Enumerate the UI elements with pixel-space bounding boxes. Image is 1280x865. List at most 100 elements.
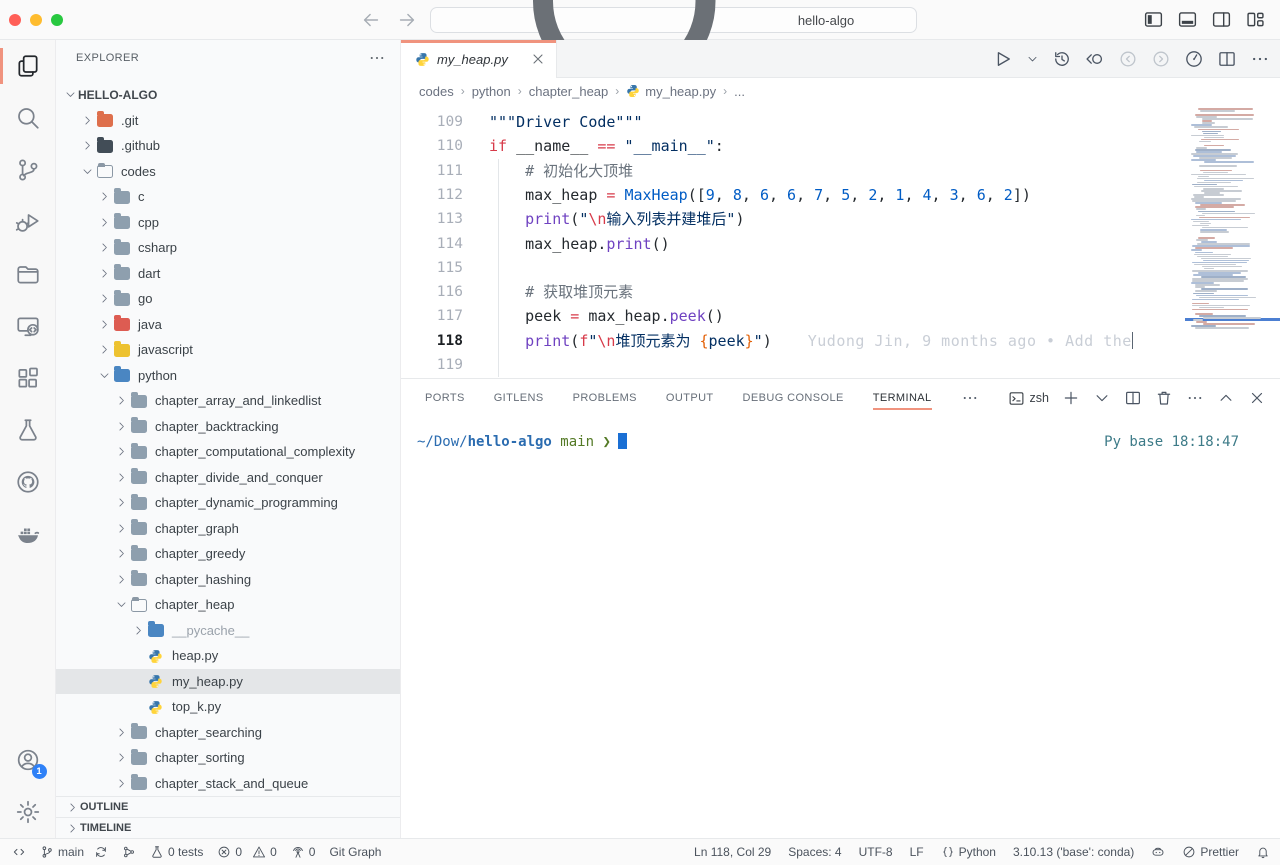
tree-item-codes[interactable]: codes [56, 159, 400, 185]
panel-more-button[interactable] [1186, 389, 1204, 407]
tree-item-go[interactable]: go [56, 286, 400, 312]
breadcrumb-item-codes[interactable]: codes [419, 84, 454, 99]
panel-tabs-more-button[interactable] [961, 389, 979, 407]
activity-run-and-debug[interactable] [0, 196, 56, 248]
customize-layout-button[interactable] [1245, 9, 1266, 30]
tree-item-chapter-hashing[interactable]: chapter_hashing [56, 567, 400, 593]
line-number[interactable]: 116 [401, 280, 463, 304]
tree-item-chapter-sorting[interactable]: chapter_sorting [56, 745, 400, 771]
split-terminal-button[interactable] [1124, 389, 1142, 407]
tree-item--git[interactable]: .git [56, 108, 400, 134]
panel-tab-gitlens[interactable]: GITLENS [494, 379, 544, 417]
tree-item-top-k-py[interactable]: top_k.py [56, 694, 400, 720]
line-number[interactable]: 117 [401, 304, 463, 328]
code-line-110[interactable]: 110if __name__ == "__main__": [401, 134, 1185, 158]
line-number[interactable]: 119 [401, 353, 463, 377]
line-number[interactable]: 110 [401, 134, 463, 158]
more-actions-button[interactable] [1250, 49, 1270, 69]
activity-explorer[interactable] [0, 40, 56, 92]
tree-item--github[interactable]: .github [56, 133, 400, 159]
open-changes-button[interactable] [1085, 49, 1105, 69]
activity-remote-explorer[interactable] [0, 300, 56, 352]
line-number[interactable]: 114 [401, 232, 463, 256]
code-line-113[interactable]: 113 print("\n输入列表并建堆后") [401, 207, 1185, 231]
zoom-window-button[interactable] [51, 14, 63, 26]
tab-my-heap-py[interactable]: my_heap.py [401, 40, 557, 78]
status-prettier[interactable]: Prettier [1182, 845, 1239, 859]
status-language-mode[interactable]: Python [941, 845, 996, 859]
command-center-search[interactable]: hello-algo [430, 7, 917, 33]
run-python-file-button[interactable] [993, 49, 1013, 69]
line-number[interactable]: 109 [401, 110, 463, 134]
line-number[interactable]: 118 [401, 329, 463, 353]
status-ports[interactable]: 0 [291, 845, 316, 859]
breadcrumb-item--[interactable]: ... [734, 84, 745, 99]
terminal[interactable]: ~/Dow/hello-algo main ❯ Py base 18:18:47 [401, 417, 1280, 838]
activity-accounts[interactable]: 1 [0, 734, 56, 786]
close-tab-icon[interactable] [530, 51, 546, 67]
status-remote-indicator[interactable] [12, 845, 26, 859]
timeline-section-header[interactable]: TIMELINE [56, 817, 400, 838]
breadcrumb-item-python[interactable]: python [472, 84, 511, 99]
code-line-115[interactable]: 115 [401, 256, 1185, 280]
tree-item-my-heap-py[interactable]: my_heap.py [56, 669, 400, 695]
tree-item-python[interactable]: python [56, 363, 400, 389]
tree-item-chapter-computational-complexity[interactable]: chapter_computational_complexity [56, 439, 400, 465]
code-line-112[interactable]: 112 max_heap = MaxHeap([9, 8, 6, 6, 7, 5… [401, 183, 1185, 207]
status-git-branch[interactable]: main [40, 845, 108, 859]
tree-item-cpp[interactable]: cpp [56, 210, 400, 236]
line-number[interactable]: 111 [401, 159, 463, 183]
status-indentation[interactable]: Spaces: 4 [788, 845, 841, 859]
status-eol[interactable]: LF [910, 845, 924, 859]
maximize-panel-button[interactable] [1217, 389, 1235, 407]
panel-tab-terminal[interactable]: TERMINAL [873, 379, 932, 417]
file-history-button[interactable] [1052, 49, 1072, 69]
activity-search[interactable] [0, 92, 56, 144]
code-line-117[interactable]: 117 peek = max_heap.peek() [401, 304, 1185, 328]
line-number[interactable]: 112 [401, 183, 463, 207]
tree-item-chapter-graph[interactable]: chapter_graph [56, 516, 400, 542]
kill-terminal-button[interactable] [1155, 389, 1173, 407]
tree-item-chapter-dynamic-programming[interactable]: chapter_dynamic_programming [56, 490, 400, 516]
activity-github[interactable] [0, 456, 56, 508]
tree-item-chapter-heap[interactable]: chapter_heap [56, 592, 400, 618]
minimap[interactable] [1185, 104, 1280, 378]
split-editor-button[interactable] [1217, 49, 1237, 69]
breadcrumb-item-my-heap-py[interactable]: my_heap.py [626, 84, 716, 99]
activity-docker[interactable] [0, 508, 56, 560]
minimize-window-button[interactable] [30, 14, 42, 26]
code-line-118[interactable]: 118 print(f"\n堆顶元素为 {peek}")Yudong Jin, … [401, 329, 1185, 353]
tree-item-chapter-backtracking[interactable]: chapter_backtracking [56, 414, 400, 440]
toggle-secondary-sidebar-button[interactable] [1211, 9, 1232, 30]
outline-section-header[interactable]: OUTLINE [56, 796, 400, 817]
tree-item-chapter-array-and-linkedlist[interactable]: chapter_array_and_linkedlist [56, 388, 400, 414]
code-line-119[interactable]: 119 [401, 353, 1185, 377]
status-problems[interactable]: 00 [217, 845, 276, 859]
status-notifications[interactable] [1256, 845, 1270, 859]
breadcrumb-item-chapter-heap[interactable]: chapter_heap [529, 84, 609, 99]
status-tests[interactable]: 0 tests [150, 845, 203, 859]
activity-extensions[interactable] [0, 352, 56, 404]
status-copilot[interactable] [1151, 845, 1165, 859]
close-window-button[interactable] [9, 14, 21, 26]
panel-tab-debug-console[interactable]: DEBUG CONSOLE [743, 379, 844, 417]
terminal-dropdown-button[interactable] [1093, 389, 1111, 407]
status-git-graph[interactable]: Git Graph [329, 845, 381, 859]
status-encoding[interactable]: UTF-8 [859, 845, 893, 859]
code-line-111[interactable]: 111 # 初始化大顶堆 [401, 159, 1185, 183]
explorer-more-actions-button[interactable] [368, 49, 386, 67]
tree-item-c[interactable]: c [56, 184, 400, 210]
panel-tab-output[interactable]: OUTPUT [666, 379, 714, 417]
line-number[interactable]: 113 [401, 207, 463, 231]
line-number[interactable]: 115 [401, 256, 463, 280]
code-line-116[interactable]: 116 # 获取堆顶元素 [401, 280, 1185, 304]
toggle-primary-sidebar-button[interactable] [1143, 9, 1164, 30]
code-editor[interactable]: 109"""Driver Code"""110if __name__ == "_… [401, 104, 1280, 378]
status-python-interpreter[interactable]: 3.10.13 ('base': conda) [1013, 845, 1134, 859]
panel-tab-ports[interactable]: PORTS [425, 379, 465, 417]
tree-item-dart[interactable]: dart [56, 261, 400, 287]
close-panel-button[interactable] [1248, 389, 1266, 407]
tree-item-heap-py[interactable]: heap.py [56, 643, 400, 669]
tree-item-root[interactable]: HELLO-ALGO [56, 82, 400, 108]
tree-item-chapter-searching[interactable]: chapter_searching [56, 720, 400, 746]
